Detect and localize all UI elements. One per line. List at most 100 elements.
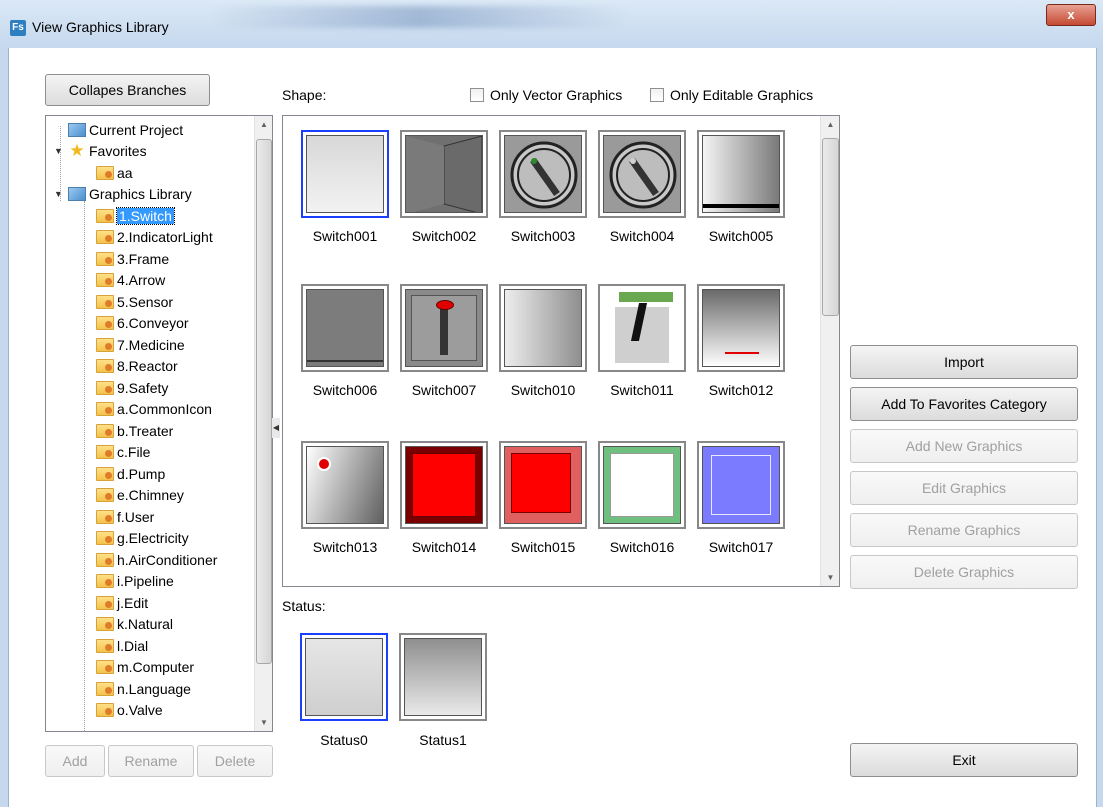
expand-arrow-icon[interactable]: ▼ [54,146,63,156]
thumbnail-graphic [504,446,582,524]
editable-only-label: Only Editable Graphics [670,87,814,103]
thumbnail-graphic [405,446,483,524]
tree-delete-button[interactable]: Delete [197,745,273,777]
rename-graphics-button[interactable]: Rename Graphics [850,513,1078,547]
shape-thumbnail[interactable] [598,284,686,372]
shape-thumbnail[interactable] [400,284,488,372]
thumbnail-graphic [725,352,759,354]
tree-item[interactable]: 5.Sensor [96,291,173,312]
shape-thumbnail[interactable] [301,441,389,529]
edit-graphics-button[interactable]: Edit Graphics [850,471,1078,505]
tree-item[interactable]: ★ Favorites [68,141,146,162]
close-button[interactable]: x [1046,4,1096,26]
status-thumbnail[interactable] [300,633,388,721]
tree-item[interactable]: k.Natural [96,614,173,635]
delete-graphics-button[interactable]: Delete Graphics [850,555,1078,589]
shape-caption: Switch004 [609,228,675,244]
tree-item[interactable]: 8.Reactor [96,356,178,377]
tree-item[interactable]: 9.Safety [96,377,168,398]
tree-item[interactable]: c.File [96,442,150,463]
tree-item[interactable]: a.CommonIcon [96,399,212,420]
window-title: View Graphics Library [32,19,169,35]
thumbnail-graphic [443,136,482,212]
tree-item[interactable]: g.Electricity [96,528,189,549]
shape-gallery[interactable]: Switch001 Switch002 Switch003 Switch004 Swit… [282,115,840,587]
category-tree[interactable]: Current Project ★ Favorites aa Graphics Libr… [45,115,273,732]
expand-arrow-icon[interactable]: ▼ [54,189,63,199]
tree-item[interactable]: d.Pump [96,463,165,484]
thumbnail-graphic [630,158,636,164]
shape-caption: Switch013 [312,539,378,555]
tree-item[interactable]: 2.IndicatorLight [96,227,213,248]
shape-caption: Switch002 [411,228,477,244]
tree-item[interactable]: aa [96,162,133,183]
folder-icon [96,251,114,266]
shape-caption: Switch006 [312,382,378,398]
folder-icon [96,466,114,481]
shape-thumbnail[interactable] [598,130,686,218]
shape-caption: Switch003 [510,228,576,244]
tree-scrollbar[interactable]: ▲ ▼ [254,116,272,731]
status-thumbnail[interactable] [399,633,487,721]
shape-thumbnail[interactable] [301,284,389,372]
gallery-scroll-up-icon[interactable]: ▲ [821,116,839,133]
shape-thumbnail[interactable] [499,130,587,218]
tree-item-label: c.File [117,444,151,460]
shape-thumbnail[interactable] [400,441,488,529]
folder-icon [96,359,114,373]
scroll-up-icon[interactable]: ▲ [255,116,272,133]
tree-item[interactable]: i.Pipeline [96,571,174,592]
tree-item-label: i.Pipeline [117,573,174,589]
tree-item[interactable]: 3.Frame [96,248,169,269]
folder-icon [96,617,114,631]
tree-item[interactable]: 6.Conveyor [96,313,189,334]
splitter-collapse-icon[interactable]: ◀ [272,418,280,438]
tree-item[interactable]: m.Computer [96,657,194,678]
shape-thumbnail[interactable] [499,284,587,372]
tree-item[interactable]: j.Edit [96,592,148,613]
scroll-down-icon[interactable]: ▼ [255,714,272,731]
tree-item[interactable]: 7.Medicine [96,334,185,355]
tree-item[interactable]: b.Treater [96,420,173,441]
tree-item[interactable]: 4.Arrow [96,270,165,291]
tree-item[interactable]: f.User [96,506,154,527]
tree-item-label: j.Edit [117,594,149,611]
shape-thumbnail[interactable] [697,441,785,529]
folder-icon [96,660,114,674]
tree-item[interactable]: o.Valve [96,700,163,721]
editable-only-checkbox[interactable] [650,88,664,102]
add-new-graphics-button[interactable]: Add New Graphics [850,429,1078,463]
gallery-scroll-down-icon[interactable]: ▼ [821,569,839,586]
tree-item[interactable]: h.AirConditioner [96,549,217,570]
tree-item-label: o.Valve [117,702,163,718]
tree-item-label: g.Electricity [117,530,189,546]
shape-thumbnail[interactable] [400,130,488,218]
vector-only-checkbox[interactable] [470,88,484,102]
shape-thumbnail[interactable] [697,130,785,218]
gallery-scroll-thumb[interactable] [822,138,839,316]
shape-thumbnail[interactable] [598,441,686,529]
tree-item[interactable]: l.Dial [96,635,148,656]
tree-scroll-thumb[interactable] [256,139,272,664]
tree-add-button[interactable]: Add [45,745,105,777]
thumbnail-graphic [440,305,448,355]
tree-item[interactable]: e.Chimney [96,485,184,506]
tree-item[interactable]: 1.Switch [96,205,175,226]
tree-item[interactable]: Current Project [68,119,183,140]
tree-item-label: 2.IndicatorLight [117,229,213,245]
window-border-left [0,48,8,807]
import-button[interactable]: Import [850,345,1078,379]
shape-thumbnail[interactable] [499,441,587,529]
shape-thumbnail[interactable] [301,130,389,218]
status-caption: Status0 [320,732,368,748]
shape-thumbnail[interactable] [697,284,785,372]
exit-button[interactable]: Exit [850,743,1078,777]
tree-item[interactable]: n.Language [96,678,191,699]
tree-item[interactable]: Graphics Library [68,184,192,205]
folder-icon [96,574,114,588]
collapse-branches-button[interactable]: Collapes Branches [45,74,210,106]
tree-rename-button[interactable]: Rename [108,745,194,777]
gallery-scrollbar[interactable]: ▲ ▼ [820,116,839,586]
tree-item-label: 4.Arrow [117,272,166,288]
add-to-favorites-button[interactable]: Add To Favorites Category [850,387,1078,421]
